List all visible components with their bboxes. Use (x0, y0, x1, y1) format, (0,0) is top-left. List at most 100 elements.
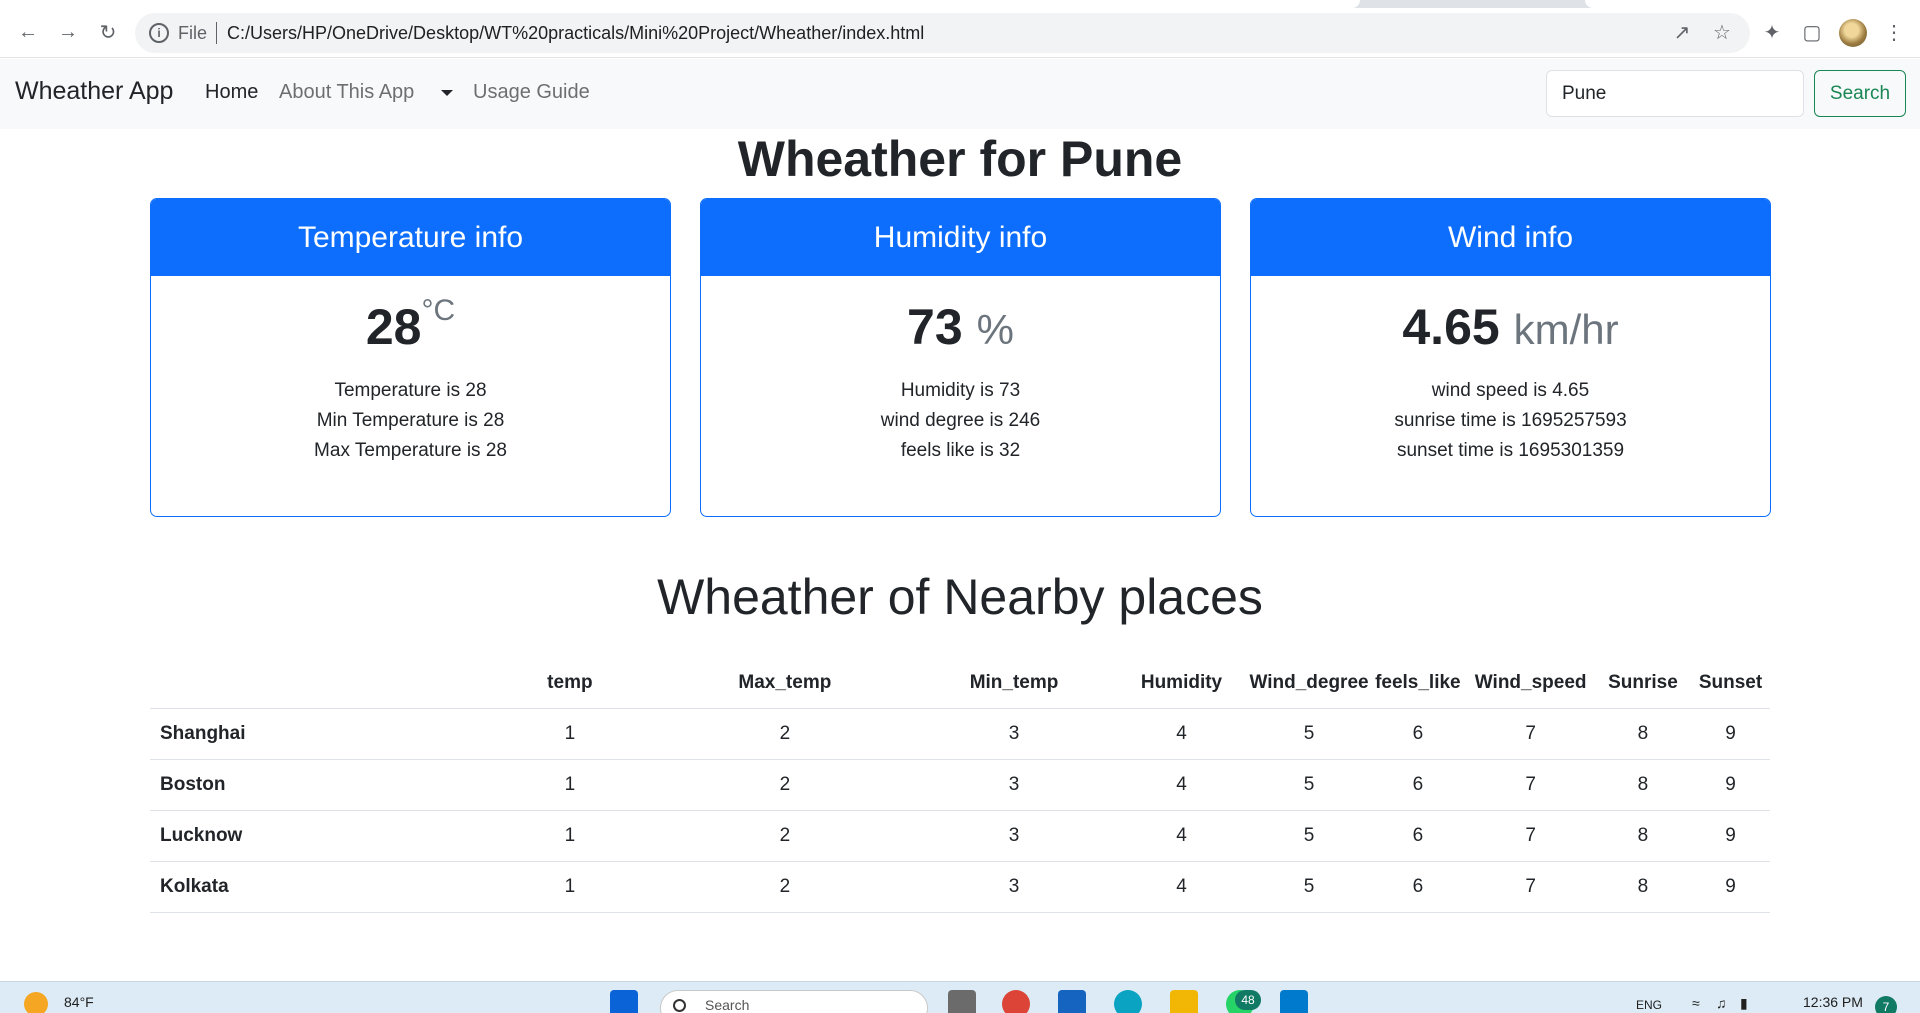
browser-tab-strip (0, 0, 1920, 8)
table-cell: 9 (1691, 861, 1770, 913)
table-cell: 2 (655, 810, 914, 862)
table-cell: 1 (483, 861, 656, 913)
table-cell: 6 (1369, 759, 1467, 811)
table-cell: 3 (913, 861, 1115, 913)
detail-line: wind speed is 4.65 (1431, 380, 1590, 401)
forward-icon[interactable]: → (54, 18, 82, 46)
reload-icon[interactable]: ↻ (94, 18, 122, 46)
file-explorer-icon[interactable] (1170, 990, 1198, 1013)
nav-link-usage-guide[interactable]: Usage Guide (473, 81, 590, 104)
table-cell: 2 (655, 708, 914, 760)
volume-icon[interactable]: ♫ (1716, 995, 1727, 1011)
humidity-card: Humidity info 73 % Humidity is 73 wind d… (700, 198, 1221, 517)
browser-toolbar: ← → ↻ i File C:/Users/HP/OneDrive/Deskto… (0, 8, 1920, 58)
nav-link-home[interactable]: Home (205, 81, 258, 104)
table-cell: 6 (1369, 861, 1467, 913)
taskbar-search[interactable]: Search (660, 990, 928, 1013)
table-cell: 8 (1594, 861, 1692, 913)
table-cell: 5 (1248, 810, 1370, 862)
value-number: 4.65 (1402, 299, 1500, 355)
detail-line: sunset time is 1695301359 (1396, 440, 1625, 461)
table-row: Boston 1 2 3 4 5 6 7 8 9 (150, 759, 1770, 811)
column-header: Sunset (1691, 659, 1770, 709)
nearby-weather-table: temp Max_temp Min_temp Humidity Wind_deg… (150, 659, 1770, 913)
column-header: Max_temp (655, 659, 914, 709)
card-details: wind speed is 4.65 sunrise time is 16952… (1251, 376, 1770, 466)
card-details: Temperature is 28 Min Temperature is 28 … (151, 376, 670, 466)
url-text[interactable]: C:/Users/HP/OneDrive/Desktop/WT%20practi… (227, 23, 924, 44)
whatsapp-badge: 48 (1235, 990, 1261, 1010)
chrome-icon[interactable] (1002, 990, 1030, 1013)
table-cell: 9 (1691, 810, 1770, 862)
table-header-row: temp Max_temp Min_temp Humidity Wind_deg… (150, 659, 1770, 709)
detail-line: Min Temperature is 28 (316, 410, 505, 431)
vscode-icon[interactable] (1280, 990, 1308, 1013)
column-header: Humidity (1114, 659, 1249, 709)
table-cell: 3 (913, 759, 1115, 811)
table-cell: 9 (1691, 759, 1770, 811)
navbar: Wheather App Home About This App Usage G… (0, 59, 1920, 129)
address-bar[interactable]: i File C:/Users/HP/OneDrive/Desktop/WT%2… (135, 13, 1750, 53)
temperature-value: 28°C (151, 294, 670, 356)
table-cell: 4 (1114, 759, 1249, 811)
nav-link-about[interactable]: About This App (279, 81, 414, 104)
nearby-section-title: Wheather of Nearby places (657, 569, 1263, 625)
city-name: Kolkata (150, 861, 484, 913)
search-button[interactable]: Search (1814, 70, 1906, 117)
table-cell: 7 (1466, 810, 1595, 862)
detail-line: Max Temperature is 28 (314, 440, 507, 461)
table-cell: 2 (655, 861, 914, 913)
language-indicator[interactable]: ENG (1636, 998, 1662, 1012)
windows-taskbar: 84°F Search 48 ENG ≈ ♫ ▮ 12:36 PM 7 (0, 981, 1920, 1013)
table-cell: 8 (1594, 708, 1692, 760)
brand-link[interactable]: Wheather App (15, 77, 173, 106)
table-cell: 4 (1114, 708, 1249, 760)
city-name: Shanghai (150, 708, 484, 760)
table-cell: 5 (1248, 861, 1370, 913)
column-header: Wind_speed (1466, 659, 1595, 709)
browser-tab-secondary[interactable] (1585, 0, 1920, 8)
table-cell: 5 (1248, 708, 1370, 760)
side-panel-icon[interactable]: ▢ (1798, 18, 1826, 46)
column-header (150, 659, 484, 709)
city-name: Boston (150, 759, 484, 811)
detail-line: Temperature is 28 (334, 380, 487, 401)
value-number: 73 (907, 299, 963, 355)
edge-icon[interactable] (1114, 990, 1142, 1013)
start-icon[interactable] (610, 990, 638, 1013)
value-number: 28 (365, 299, 422, 355)
card-header: Wind info (1251, 199, 1770, 276)
share-icon[interactable]: ↗ (1668, 18, 1696, 46)
notification-badge[interactable]: 7 (1875, 996, 1897, 1013)
table-cell: 7 (1466, 708, 1595, 760)
detail-line: wind degree is 246 (880, 410, 1041, 431)
task-view-icon[interactable] (948, 990, 976, 1013)
column-header: Min_temp (913, 659, 1115, 709)
battery-icon[interactable]: ▮ (1740, 995, 1748, 1012)
table-cell: 3 (913, 810, 1115, 862)
browser-tab[interactable] (0, 0, 1360, 8)
column-header: temp (483, 659, 656, 709)
info-icon[interactable]: i (149, 23, 169, 43)
column-header: Sunrise (1594, 659, 1692, 709)
table-cell: 7 (1466, 861, 1595, 913)
table-cell: 1 (483, 708, 656, 760)
back-icon[interactable]: ← (14, 18, 42, 46)
taskbar-clock[interactable]: 12:36 PM (1803, 994, 1863, 1010)
wifi-icon[interactable]: ≈ (1692, 995, 1700, 1011)
dropdown-caret-icon[interactable] (441, 90, 453, 96)
column-header: feels_like (1369, 659, 1467, 709)
extensions-icon[interactable]: ✦ (1758, 18, 1786, 46)
table-cell: 3 (913, 708, 1115, 760)
value-unit: °C (421, 294, 456, 327)
mail-icon[interactable] (1058, 990, 1086, 1013)
table-cell: 1 (483, 810, 656, 862)
table-cell: 7 (1466, 759, 1595, 811)
weather-widget-icon[interactable] (24, 992, 48, 1013)
bookmark-star-icon[interactable]: ☆ (1708, 18, 1736, 46)
search-input[interactable] (1546, 70, 1804, 117)
profile-avatar[interactable] (1839, 19, 1867, 47)
column-header: Wind_degree (1248, 659, 1370, 709)
menu-kebab-icon[interactable]: ⋮ (1880, 18, 1908, 46)
weather-widget-temp[interactable]: 84°F (64, 994, 94, 1010)
